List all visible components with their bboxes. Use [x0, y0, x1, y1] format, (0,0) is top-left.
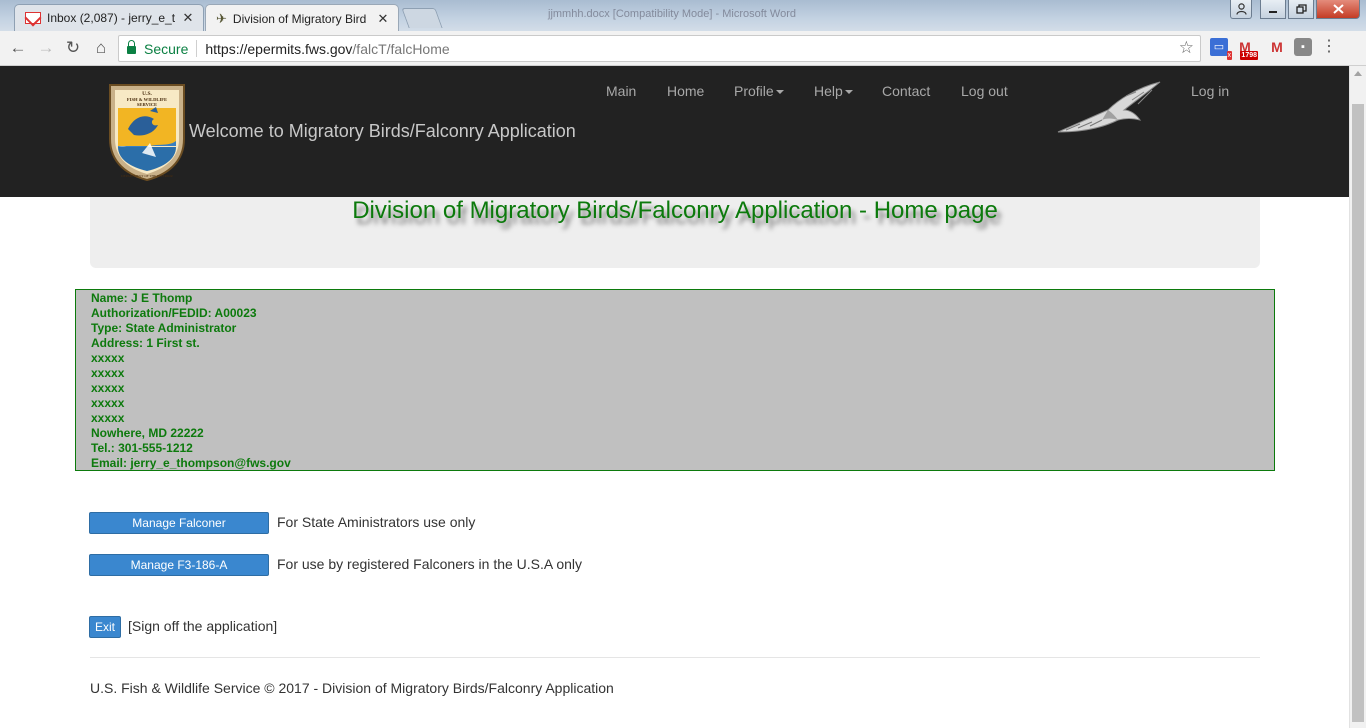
- manage-f3-186-a-note: For use by registered Falconers in the U…: [277, 556, 583, 572]
- url-host: https://epermits.fws.gov: [205, 40, 353, 57]
- user-email: Email: jerry_e_thompson@fws.gov: [91, 456, 291, 470]
- page-title-banner: Division of Migratory Birds/Falconry App…: [90, 197, 1260, 268]
- reload-icon[interactable]: ↻: [62, 37, 84, 59]
- caret-down-icon: [844, 90, 853, 95]
- site-header: U.S. FISH & WILDLIFE SERVICE DEPARTMENT …: [0, 66, 1349, 197]
- forward-arrow-icon[interactable]: →: [35, 37, 57, 59]
- nav-help-dropdown[interactable]: Help: [814, 83, 853, 99]
- tab-title: Inbox (2,087) - jerry_e_th: [47, 11, 175, 25]
- tab-gmail-inbox[interactable]: Inbox (2,087) - jerry_e_th ✕: [14, 4, 204, 31]
- extension-blue-icon[interactable]: ▭ x: [1210, 38, 1232, 60]
- user-city-state-zip: Nowhere, MD 22222: [91, 426, 204, 440]
- user-type: Type: State Administrator: [91, 321, 237, 335]
- bird-icon: ✈: [216, 10, 227, 26]
- logo-text-bottom: DEPARTMENT OF THE INTERIOR: [121, 174, 173, 178]
- user-fedid: Authorization/FEDID: A00023: [91, 306, 257, 320]
- window-title: jjmmhh.docx [Compatibility Mode] - Micro…: [548, 8, 796, 20]
- user-phone: Tel.: 301-555-1212: [91, 441, 193, 455]
- secure-label: Secure: [144, 40, 189, 57]
- extension-badge: 1798: [1240, 51, 1258, 60]
- user-address-line: xxxxx: [91, 411, 125, 425]
- url-separator: [196, 40, 198, 57]
- minimize-button[interactable]: [1260, 0, 1286, 19]
- lock-icon: [127, 40, 136, 54]
- welcome-message: Welcome to Migratory Birds/Falconry Appl…: [189, 121, 576, 141]
- user-address-line: xxxxx: [91, 351, 125, 365]
- extension-icons: ▭ x M 1798 M ▪ ⋮: [1210, 38, 1338, 60]
- menu-icon[interactable]: ⋮: [1320, 38, 1338, 56]
- close-icon[interactable]: ✕: [376, 11, 390, 27]
- close-icon[interactable]: ✕: [181, 10, 195, 26]
- nav-profile-dropdown[interactable]: Profile: [734, 83, 784, 99]
- user-address: Address: 1 First st.: [91, 336, 200, 350]
- nav-profile-label: Profile: [734, 83, 774, 99]
- nav-main[interactable]: Main: [606, 83, 636, 99]
- gmail-icon: [25, 12, 41, 24]
- restore-button[interactable]: [1288, 0, 1314, 19]
- scroll-up-arrow-icon[interactable]: [1354, 71, 1362, 76]
- address-bar[interactable]: Secure https://epermits.fws.gov/falcT/fa…: [118, 35, 1201, 62]
- svg-text:SERVICE: SERVICE: [137, 102, 157, 107]
- extension-x-badge: x: [1226, 51, 1232, 60]
- browser-toolbar: ← → ↻ ⌂ Secure https://epermits.fws.gov /…: [0, 31, 1366, 66]
- user-name: Name: J E Thomp: [91, 291, 193, 305]
- caret-down-icon: [775, 90, 784, 95]
- footer-divider: [90, 657, 1260, 658]
- tab-division-migratory-birds[interactable]: ✈ Division of Migratory Bird ✕: [205, 4, 399, 32]
- nav-logout[interactable]: Log out: [961, 83, 1008, 99]
- page-title: Division of Migratory Birds/Falconry App…: [352, 197, 998, 224]
- gmail-checker-icon[interactable]: M 1798: [1236, 38, 1258, 60]
- manage-falconer-button[interactable]: Manage Falconer: [89, 512, 269, 534]
- exit-button[interactable]: Exit: [89, 616, 121, 638]
- manage-f3-186-a-button[interactable]: Manage F3-186-A: [89, 554, 269, 576]
- extension-gray-icon[interactable]: ▪: [1294, 38, 1312, 56]
- footer-text: U.S. Fish & Wildlife Service © 2017 - Di…: [90, 680, 614, 696]
- star-icon[interactable]: ☆: [1179, 38, 1194, 58]
- exit-note: [Sign off the application]: [128, 618, 278, 634]
- window-controls: [1230, 0, 1360, 19]
- url-path: /falcT/falcHome: [352, 40, 450, 57]
- gmail-extension-icon[interactable]: M: [1268, 38, 1286, 56]
- user-address-line: xxxxx: [91, 396, 125, 410]
- browser-tab-strip: jjmmhh.docx [Compatibility Mode] - Micro…: [0, 0, 1366, 32]
- nav-login[interactable]: Log in: [1191, 83, 1229, 99]
- user-info-panel: Name: J E Thomp Authorization/FEDID: A00…: [75, 289, 1275, 471]
- usfws-logo: U.S. FISH & WILDLIFE SERVICE DEPARTMENT …: [109, 84, 185, 181]
- close-window-button[interactable]: [1316, 0, 1360, 19]
- vertical-scrollbar[interactable]: [1349, 66, 1366, 728]
- manage-falconer-note: For State Aministrators use only: [277, 514, 476, 530]
- scroll-thumb[interactable]: [1352, 104, 1364, 722]
- back-arrow-icon[interactable]: ←: [7, 37, 29, 59]
- nav-contact[interactable]: Contact: [882, 83, 930, 99]
- nav-home[interactable]: Home: [667, 83, 704, 99]
- new-tab-button[interactable]: [401, 8, 443, 28]
- user-address-line: xxxxx: [91, 366, 125, 380]
- user-address-line: xxxxx: [91, 381, 125, 395]
- nav-help-label: Help: [814, 83, 843, 99]
- home-icon[interactable]: ⌂: [90, 37, 112, 59]
- user-icon[interactable]: [1230, 0, 1252, 19]
- hawk-icon: [1057, 81, 1161, 133]
- tab-title: Division of Migratory Bird: [232, 11, 367, 26]
